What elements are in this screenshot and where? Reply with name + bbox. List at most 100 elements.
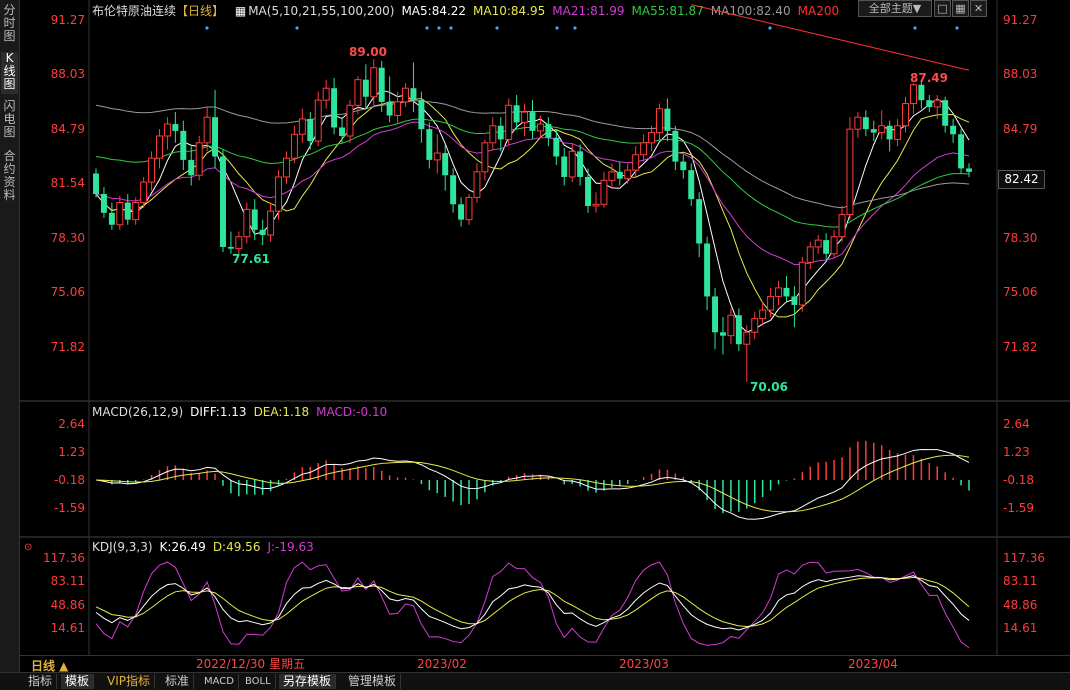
candle-body — [267, 210, 275, 236]
candle-body — [926, 100, 933, 107]
candle-body — [418, 100, 425, 130]
month-label: 2023/04 — [848, 657, 898, 671]
candle-body — [282, 157, 290, 178]
candle-body — [966, 168, 972, 172]
candle-body — [203, 116, 211, 144]
candle-body — [370, 67, 378, 98]
kdj-header: KDJ(9,3,3) K:26.49 D:49.56 J:-19.63 — [92, 540, 321, 554]
candle-body — [290, 133, 298, 159]
tab-macd[interactable]: MACD — [200, 674, 239, 689]
tab-indicators[interactable]: 指标 — [24, 674, 58, 689]
candle-body — [386, 101, 393, 116]
candle-body — [767, 295, 775, 311]
event-marker — [437, 26, 441, 30]
tab-standard[interactable]: 标准 — [161, 674, 195, 689]
candle-body — [846, 128, 854, 216]
candle-body — [243, 208, 251, 238]
kdj-tick: 14.61 — [50, 621, 85, 635]
candle-body — [632, 154, 640, 171]
candle-body — [220, 156, 226, 247]
kdj-d: D:49.56 — [212, 540, 261, 554]
candle-body — [592, 203, 600, 207]
candle-body — [331, 88, 338, 128]
candle-body — [862, 117, 869, 130]
low-annotation: 77.61 — [232, 252, 270, 266]
candle-body — [116, 202, 124, 226]
candle-body — [608, 171, 616, 181]
kdj-k: K:26.49 — [159, 540, 206, 554]
candle-body — [798, 261, 806, 306]
macd-header: MACD(26,12,9) DIFF:1.13 DEA:1.18 MACD:-0.10 — [92, 405, 394, 419]
candle-body — [918, 84, 925, 101]
candle-body — [894, 125, 902, 140]
kdj-j: J:-19.63 — [267, 540, 314, 554]
candle-body — [878, 125, 886, 134]
candle-body — [188, 159, 195, 176]
candle-body — [870, 129, 877, 133]
tab-save-template[interactable]: 另存模板 — [279, 674, 337, 689]
candle-body — [545, 124, 552, 138]
candle-body — [942, 100, 949, 126]
candle-body — [854, 116, 862, 130]
tab-templates[interactable]: 模板 — [61, 674, 95, 689]
candle-body — [163, 123, 171, 137]
candle-body — [529, 112, 536, 131]
candle-body — [521, 111, 529, 123]
candle-body — [298, 118, 306, 135]
tab-boll[interactable]: BOLL — [241, 674, 276, 689]
candle-body — [680, 161, 687, 171]
macd-tick: 2.64 — [58, 417, 85, 431]
candle-body — [553, 137, 560, 157]
candle-body — [227, 246, 234, 249]
tab-manage-templates[interactable]: 管理模板 — [344, 674, 402, 689]
event-marker — [573, 26, 577, 30]
candle-body — [132, 202, 140, 221]
candle-body — [950, 125, 957, 135]
candle-body — [561, 156, 568, 177]
candle-body — [775, 287, 783, 297]
candle-body — [442, 153, 449, 176]
event-marker — [768, 26, 772, 30]
macd-diff: DIFF:1.13 — [190, 405, 247, 419]
candle-body — [727, 314, 735, 337]
event-marker — [425, 26, 429, 30]
candle-body — [362, 79, 369, 97]
chart-canvas[interactable] — [19, 0, 1070, 655]
candle-body — [751, 318, 759, 333]
candle-body — [497, 125, 504, 140]
kdj-tick: 117.36 — [1003, 551, 1045, 565]
event-marker — [955, 26, 959, 30]
candle-body — [322, 87, 330, 101]
kdj-k-line — [95, 575, 970, 631]
candle-body — [394, 101, 402, 117]
candle-body — [354, 79, 362, 106]
kdj-tick: 83.11 — [1003, 574, 1038, 588]
month-label: 2023/03 — [619, 657, 669, 671]
event-marker — [449, 26, 453, 30]
candle-body — [838, 214, 846, 238]
candle-body — [195, 142, 203, 176]
candle-body — [568, 150, 576, 178]
event-marker — [295, 26, 299, 30]
candle-body — [688, 170, 695, 200]
candle-body — [656, 108, 663, 134]
candle-body — [450, 175, 457, 205]
macd-tick: -1.59 — [53, 501, 85, 515]
candle-body — [791, 296, 798, 305]
kdj-tick: 48.86 — [50, 598, 85, 612]
cursor-date: 2022/12/30 星期五 — [196, 657, 305, 671]
candle-body — [426, 129, 433, 160]
candle-body — [148, 157, 156, 183]
tab-vip-indicators[interactable]: VIP指标 — [103, 674, 155, 689]
high-annotation: 89.00 — [349, 45, 387, 59]
macd-title: MACD(26,12,9) — [92, 405, 184, 419]
candle-body — [235, 236, 243, 250]
candle-body — [100, 194, 107, 213]
kdj-d-line — [95, 576, 970, 627]
candle-body — [704, 243, 711, 297]
macd-tick: -0.18 — [1003, 473, 1035, 487]
candle-body — [481, 142, 489, 173]
kdj-tick: 14.61 — [1003, 621, 1038, 635]
macd-tick: 2.64 — [1003, 417, 1030, 431]
candle-body — [172, 124, 179, 131]
